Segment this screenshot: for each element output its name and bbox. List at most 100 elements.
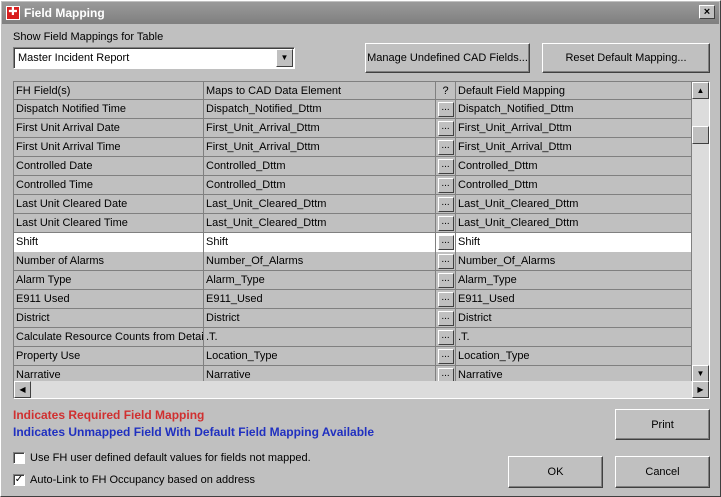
ellipsis-button[interactable]: ... [437,102,454,117]
cad-element-cell[interactable]: Alarm_Type [204,271,436,290]
ellipsis-cell: ... [436,328,456,347]
ok-button[interactable]: OK [508,456,603,488]
ellipsis-button[interactable]: ... [437,330,454,345]
field-mapping-window: ✚ Field Mapping × Show Field Mappings fo… [0,0,721,497]
cad-element-cell[interactable]: District [204,309,436,328]
table-row[interactable]: Number of Alarms Number_Of_Alarms... Numbe… [14,252,692,271]
cad-element-cell[interactable]: First_Unit_Arrival_Dttm [204,138,436,157]
scroll-right-icon[interactable]: ▶ [692,381,709,398]
default-mapping-cell: District [456,309,692,328]
vertical-scrollbar[interactable]: ▲ ▼ [692,82,709,382]
print-button[interactable]: Print [615,409,710,440]
cad-element-cell[interactable]: Last_Unit_Cleared_Dttm [204,195,436,214]
table-row[interactable]: District District... District [14,309,692,328]
close-button[interactable]: × [699,5,715,19]
table-row[interactable]: E911 Used E911_Used... E911_Used [14,290,692,309]
horizontal-scrollbar[interactable]: ◀ ▶ [14,381,709,398]
default-mapping-cell: First_Unit_Arrival_Dttm [456,138,692,157]
fh-field-cell[interactable]: Last Unit Cleared Date [14,195,204,214]
fh-field-cell[interactable]: Controlled Date [14,157,204,176]
ellipsis-button[interactable]: ... [437,140,454,155]
fh-field-cell[interactable]: Dispatch Notified Time [14,100,204,119]
ellipsis-button[interactable]: ... [437,178,454,193]
cad-element-cell[interactable]: Last_Unit_Cleared_Dttm [204,214,436,233]
chevron-down-icon[interactable]: ▼ [276,49,293,67]
ellipsis-cell: ... [436,233,456,252]
fh-field-cell[interactable]: Calculate Resource Counts from Detail I [14,328,204,347]
cad-element-cell[interactable]: E911_Used [204,290,436,309]
table-row[interactable]: First Unit Arrival Time First_Unit_Arriva… [14,138,692,157]
default-mapping-cell: Location_Type [456,347,692,366]
unmapped-field-legend: Indicates Unmapped Field With Default Fi… [13,425,375,439]
column-header-cad-element[interactable]: Maps to CAD Data Element [204,82,436,100]
table-row[interactable]: Controlled Date Controlled_Dttm... Control… [14,157,692,176]
fh-field-cell[interactable]: Shift [14,233,204,252]
column-header-default-mapping[interactable]: Default Field Mapping [456,82,692,100]
table-row[interactable]: Controlled Time Controlled_Dttm... Control… [14,176,692,195]
required-field-legend: Indicates Required Field Mapping [13,408,205,422]
default-mapping-cell: .T. [456,328,692,347]
fh-field-cell[interactable]: District [14,309,204,328]
ellipsis-button[interactable]: ... [437,159,454,174]
ellipsis-cell: ... [436,195,456,214]
auto-link-label: Auto-Link to FH Occupancy based on addre… [30,474,256,486]
default-mapping-cell: Last_Unit_Cleared_Dttm [456,214,692,233]
use-fh-defaults-label: Use FH user defined default values for f… [30,452,311,464]
column-header-help[interactable]: ? [436,82,456,100]
cad-element-cell[interactable]: Number_Of_Alarms [204,252,436,271]
scroll-down-icon[interactable]: ▼ [692,365,709,382]
table-row[interactable]: Last Unit Cleared Time Last_Unit_Cleared_… [14,214,692,233]
column-header-fh-fields[interactable]: FH Field(s) [14,82,204,100]
table-row[interactable]: First Unit Arrival Date First_Unit_Arriva… [14,119,692,138]
default-mapping-cell: Controlled_Dttm [456,157,692,176]
table-selector-dropdown[interactable]: Master Incident Report ▼ [13,47,295,69]
ellipsis-button[interactable]: ... [437,197,454,212]
ellipsis-button[interactable]: ... [437,311,454,326]
cad-element-cell[interactable]: .T. [204,328,436,347]
default-mapping-cell: Dispatch_Notified_Dttm [456,100,692,119]
cad-element-cell[interactable]: Dispatch_Notified_Dttm [204,100,436,119]
fh-field-cell[interactable]: E911 Used [14,290,204,309]
cad-element-cell[interactable]: First_Unit_Arrival_Dttm [204,119,436,138]
cad-element-cell[interactable]: Controlled_Dttm [204,176,436,195]
title-bar[interactable]: ✚ Field Mapping × [2,2,719,24]
reset-default-mapping-button[interactable]: Reset Default Mapping... [542,43,710,73]
ellipsis-cell: ... [436,290,456,309]
auto-link-checkbox[interactable]: ✓ [13,474,25,486]
ellipsis-button[interactable]: ... [437,121,454,136]
ellipsis-cell: ... [436,176,456,195]
app-icon: ✚ [6,6,20,20]
default-mapping-cell: Last_Unit_Cleared_Dttm [456,195,692,214]
table-row[interactable]: Property Use Location_Type... Location_Typ… [14,347,692,366]
fh-field-cell[interactable]: Last Unit Cleared Time [14,214,204,233]
scroll-up-icon[interactable]: ▲ [692,82,709,99]
cad-element-cell[interactable]: Controlled_Dttm [204,157,436,176]
scroll-left-icon[interactable]: ◀ [14,381,31,398]
table-row[interactable]: Calculate Resource Counts from Detail I.… [14,328,692,347]
vertical-scroll-thumb[interactable] [692,126,709,144]
table-row[interactable]: Alarm Type Alarm_Type... Alarm_Type [14,271,692,290]
manage-undefined-cad-fields-button[interactable]: Manage Undefined CAD Fields... [365,43,530,73]
table-row[interactable]: Dispatch Notified Time Dispatch_Notified_… [14,100,692,119]
cancel-button[interactable]: Cancel [615,456,710,488]
fh-field-cell[interactable]: Alarm Type [14,271,204,290]
ellipsis-button[interactable]: ... [437,235,454,250]
fh-field-cell[interactable]: First Unit Arrival Date [14,119,204,138]
cad-element-cell[interactable]: Location_Type [204,347,436,366]
table-row[interactable]: Shift Shift... Shift [14,233,692,252]
ellipsis-button[interactable]: ... [437,216,454,231]
grid-header: FH Field(s) Maps to CAD Data Element ? D… [14,82,692,100]
fh-field-cell[interactable]: Controlled Time [14,176,204,195]
fh-field-cell[interactable]: Number of Alarms [14,252,204,271]
fh-field-cell[interactable]: First Unit Arrival Time [14,138,204,157]
ellipsis-button[interactable]: ... [437,292,454,307]
fh-field-cell[interactable]: Property Use [14,347,204,366]
use-fh-defaults-checkbox[interactable] [13,452,25,464]
ellipsis-cell: ... [436,119,456,138]
ellipsis-button[interactable]: ... [437,273,454,288]
table-row[interactable]: Last Unit Cleared Date Last_Unit_Cleared_… [14,195,692,214]
cad-element-cell[interactable]: Shift [204,233,436,252]
ellipsis-button[interactable]: ... [437,254,454,269]
ellipsis-button[interactable]: ... [437,349,454,364]
ellipsis-cell: ... [436,271,456,290]
